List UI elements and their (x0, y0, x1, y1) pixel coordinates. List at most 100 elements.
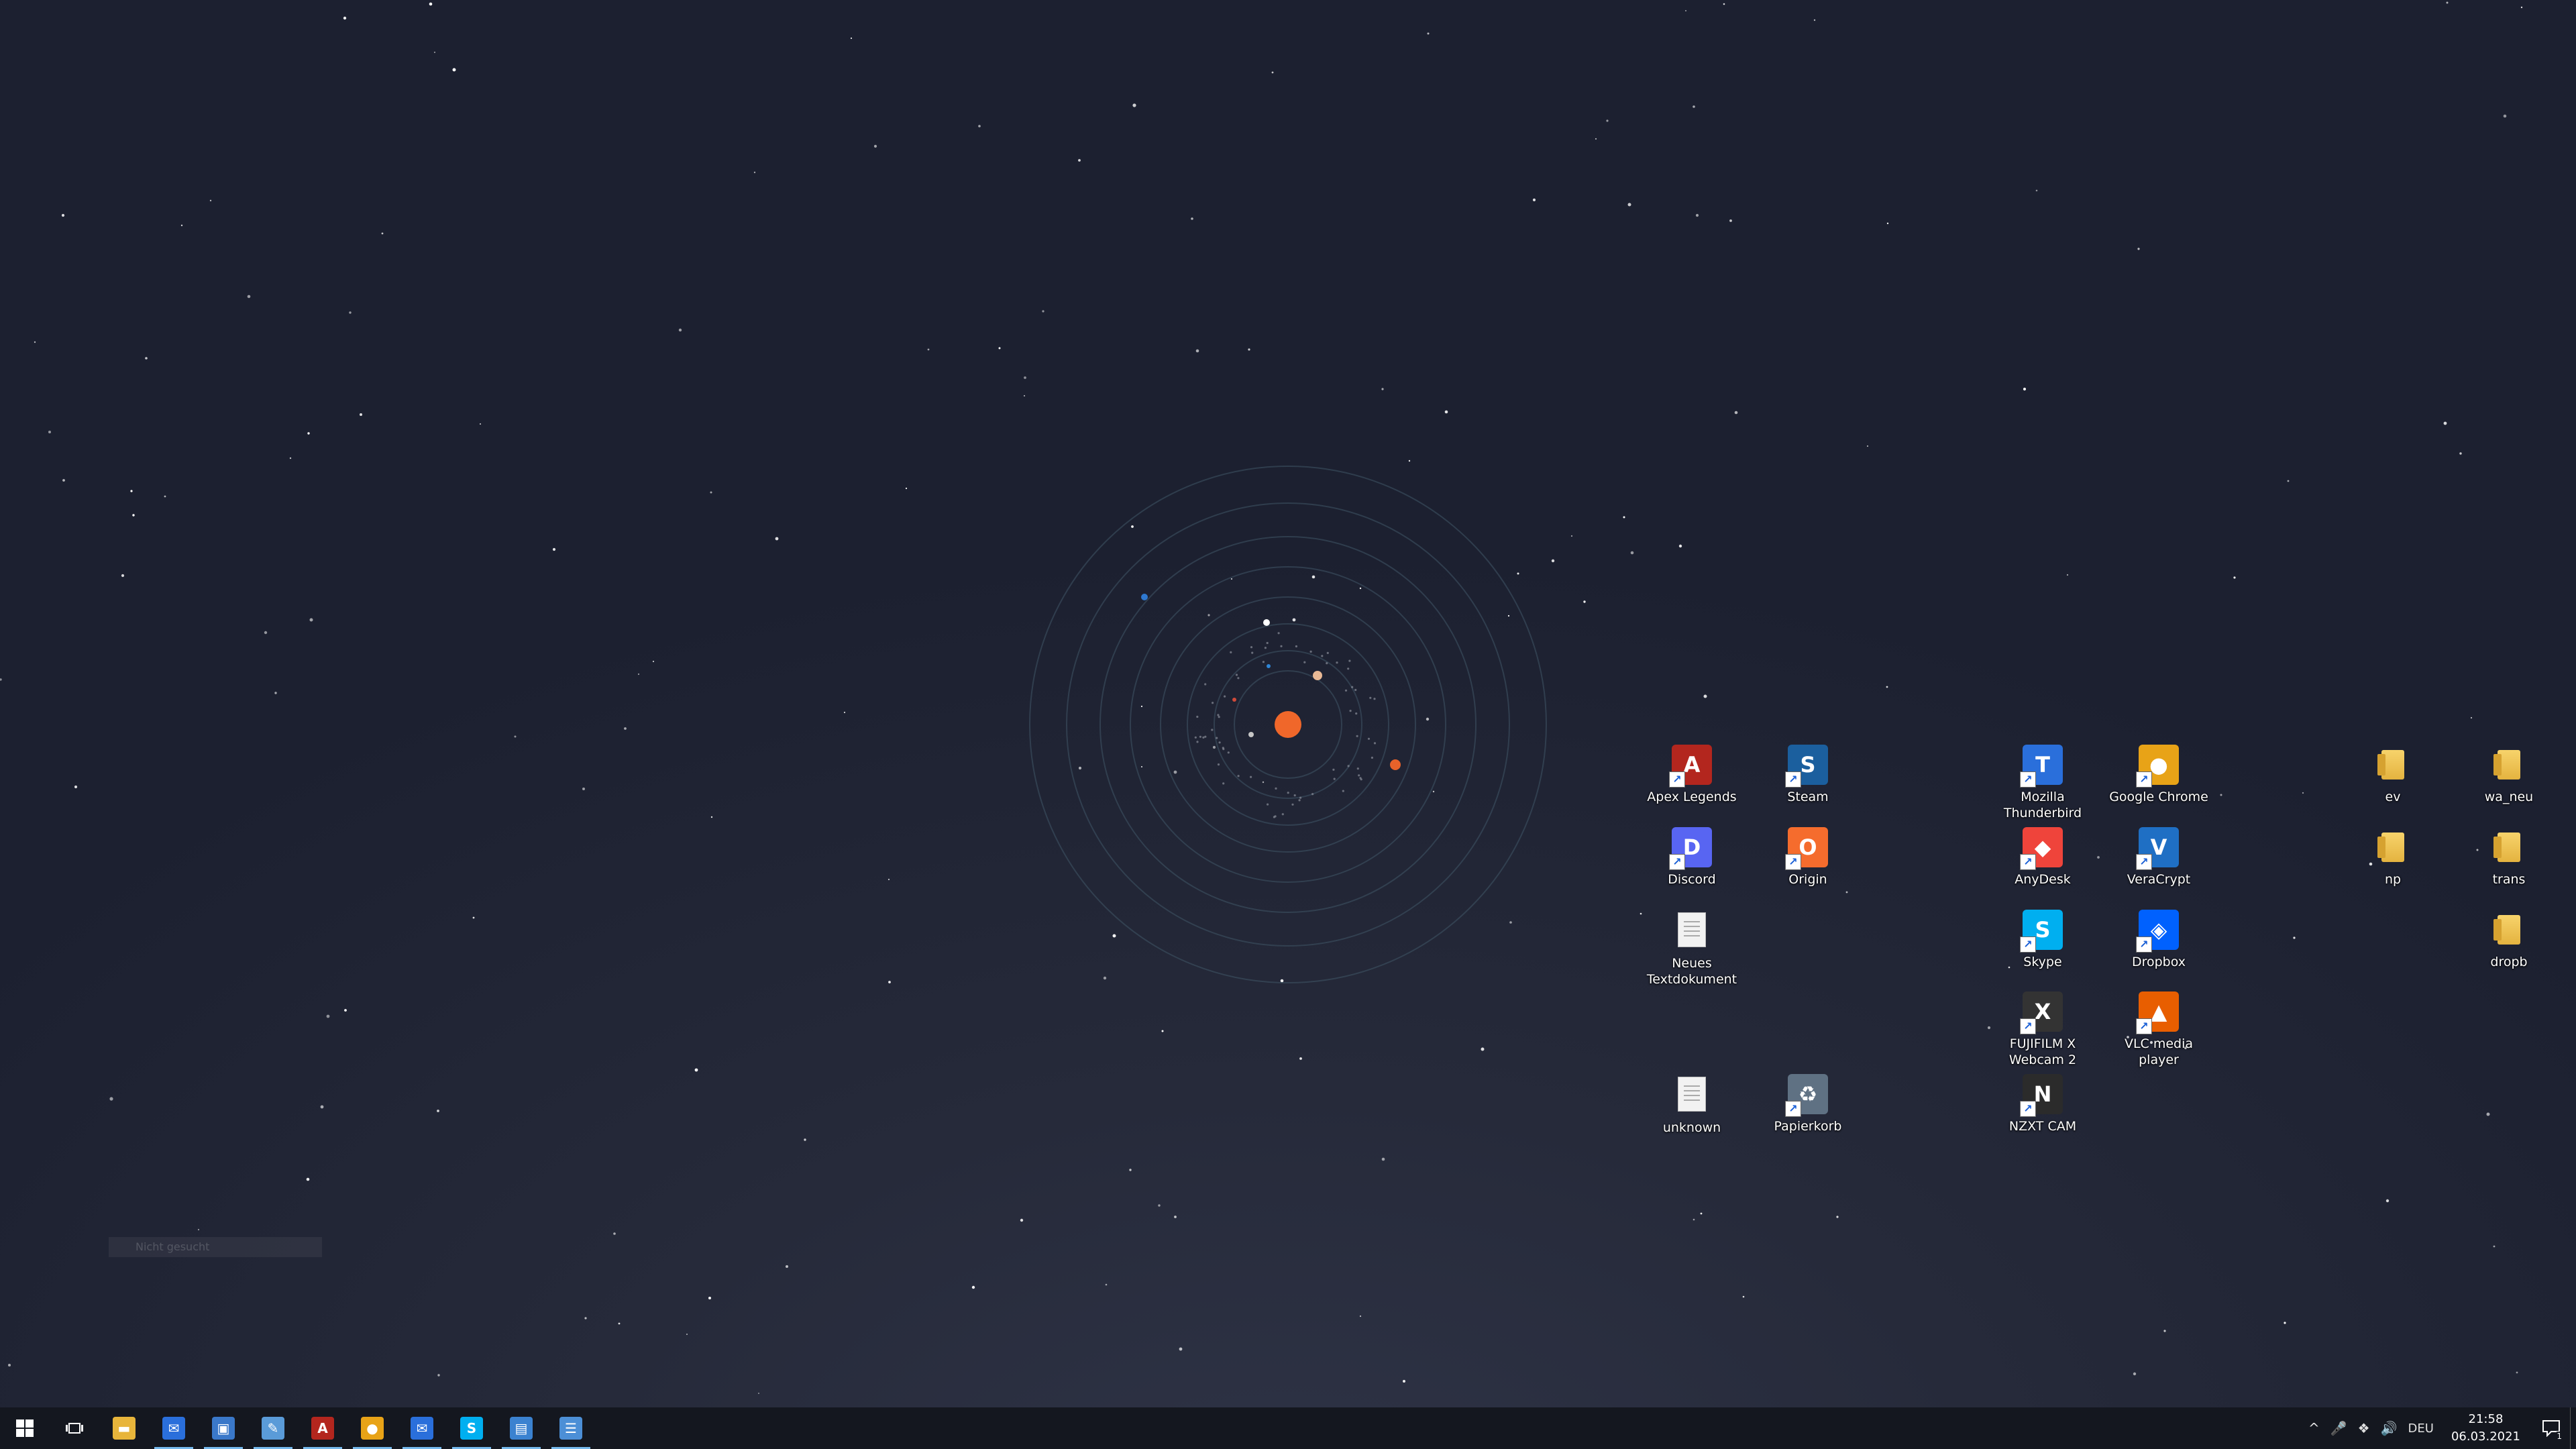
desktop-icon-apex-legends[interactable]: A ↗ Apex Legends (1635, 745, 1749, 805)
asteroid (1303, 661, 1306, 663)
desktop-icon-wa-neu[interactable]: wa_neu (2452, 745, 2566, 805)
shortcut-arrow-icon: ↗ (2136, 1018, 2152, 1034)
star (247, 294, 251, 299)
apex-legends-icon: A ↗ (1669, 745, 1712, 788)
shortcut-arrow-icon: ↗ (2136, 936, 2152, 953)
mail-icon: ✉ (162, 1417, 185, 1440)
star (1381, 1157, 1385, 1161)
star (678, 328, 682, 332)
asteroid (1222, 748, 1225, 751)
notification-count: 1 (2557, 1432, 2562, 1441)
shortcut-arrow-icon: ↗ (1669, 854, 1685, 870)
taskbar-mail-app[interactable]: ✉ (149, 1407, 199, 1449)
desktop-icon-fujifilm-x-webcam-2[interactable]: X ↗ FUJIFILM X Webcam 2 (1986, 991, 2100, 1068)
show-desktop-button[interactable] (2570, 1407, 2576, 1449)
taskbar-thunderbird[interactable]: ✉ (397, 1407, 447, 1449)
star (2520, 6, 2523, 9)
desktop-icon-label: NZXT CAM (2008, 1119, 2077, 1134)
star (613, 1232, 616, 1235)
star (998, 347, 1001, 350)
star (1742, 1295, 1745, 1298)
asteroid (1250, 775, 1252, 778)
action-center-button[interactable]: 1 (2532, 1407, 2570, 1449)
network-icon: ☰ (559, 1417, 582, 1440)
desktop-icon-label: np (2384, 872, 2402, 887)
desktop-icon-origin[interactable]: O ↗ Origin (1751, 827, 1865, 888)
asteroid (1275, 787, 1277, 790)
asteroid (1371, 756, 1373, 759)
asteroid (1347, 765, 1350, 767)
star (1299, 1057, 1302, 1060)
start-button[interactable] (0, 1407, 50, 1449)
desktop-icon-anydesk[interactable]: ◆ ↗ AnyDesk (1986, 827, 2100, 888)
desktop-icon-neues-textdokument[interactable]: Neues Textdokument (1635, 910, 1749, 987)
star (1024, 395, 1025, 396)
microphone-icon[interactable]: 🎤 (2325, 1420, 2353, 1436)
asteroid (1211, 729, 1214, 731)
taskbar-apex-legends[interactable]: A (298, 1407, 347, 1449)
star (1627, 203, 1631, 207)
desktop-icon-vlc-media-player[interactable]: ▲ ↗ VLC media player (2102, 991, 2216, 1068)
asteroid (1250, 646, 1253, 649)
star (1132, 103, 1136, 107)
shortcut-arrow-icon: ↗ (2020, 936, 2036, 953)
star (2287, 480, 2290, 482)
star (1427, 32, 1430, 35)
star (1191, 217, 1193, 220)
task-view-button[interactable] (50, 1407, 99, 1449)
asteroid (1348, 659, 1351, 662)
shortcut-arrow-icon: ↗ (2136, 854, 2152, 870)
desktop-icon-discord[interactable]: D ↗ Discord (1635, 827, 1749, 888)
taskbar-document-app[interactable]: ▤ (496, 1407, 546, 1449)
taskbar-file-explorer[interactable]: ▬ (99, 1407, 149, 1449)
asteroid (1280, 645, 1283, 647)
desktop-icon-nzxt-cam[interactable]: N ↗ NZXT CAM (1986, 1074, 2100, 1134)
desktop-icon-papierkorb[interactable]: ♻ ↗ Papierkorb (1751, 1074, 1865, 1134)
desktop-icon-unknown[interactable]: unknown (1635, 1074, 1749, 1136)
desktop-icon-dropb[interactable]: dropb (2452, 910, 2566, 970)
taskbar-skype[interactable]: S (447, 1407, 496, 1449)
volume-icon[interactable]: 🔊 (2375, 1420, 2403, 1436)
asteroid (1237, 775, 1240, 777)
desktop-icon-dropbox[interactable]: ◈ ↗ Dropbox (2102, 910, 2216, 970)
dropbox-tray-icon[interactable]: ❖ (2353, 1420, 2375, 1436)
asteroid (1311, 793, 1314, 796)
desktop-icon-np[interactable]: np (2336, 827, 2450, 888)
desktop-icon-skype[interactable]: S ↗ Skype (1986, 910, 2100, 970)
shortcut-arrow-icon: ↗ (2020, 771, 2036, 788)
taskbar-google-chrome[interactable]: ● (347, 1407, 397, 1449)
star (1271, 71, 1274, 74)
asteroid (1355, 712, 1358, 715)
asteroid (1218, 716, 1220, 718)
asteroid (1277, 632, 1280, 635)
language-indicator[interactable]: DEU (2403, 1421, 2439, 1436)
star (888, 878, 890, 881)
chevron-up-icon[interactable]: ^ (2303, 1420, 2325, 1436)
star (343, 16, 347, 20)
desktop-icon-ev[interactable]: ev (2336, 745, 2450, 805)
asteroid (1326, 651, 1329, 654)
anydesk-icon: ◆ ↗ (2020, 827, 2063, 870)
asteroid (1237, 677, 1240, 680)
asteroid (1196, 741, 1199, 743)
desktop-icon-veracrypt[interactable]: V ↗ VeraCrypt (2102, 827, 2216, 888)
star (1606, 119, 1609, 122)
shortcut-arrow-icon: ↗ (1785, 854, 1801, 870)
desktop-icon-label: Origin (1788, 872, 1827, 887)
desktop-icon-google-chrome[interactable]: ● ↗ Google Chrome (2102, 745, 2216, 805)
asteroid (1199, 735, 1201, 738)
taskbar-window-app[interactable]: ▣ (199, 1407, 248, 1449)
taskbar-notepad-app[interactable]: ✎ (248, 1407, 298, 1449)
asteroid (1356, 735, 1358, 737)
desktop-icon-steam[interactable]: S ↗ Steam (1751, 745, 1865, 805)
desktop-icon-trans[interactable]: trans (2452, 827, 2566, 888)
asteroid (1360, 778, 1362, 781)
desktop-icon-mozilla-thunderbird[interactable]: T ↗ Mozilla Thunderbird (1986, 745, 2100, 821)
asteroid (1332, 768, 1335, 771)
star (1020, 1218, 1024, 1222)
planet (1267, 664, 1271, 668)
taskbar-network-app[interactable]: ☰ (546, 1407, 596, 1449)
clock[interactable]: 21:58 06.03.2021 (2439, 1411, 2532, 1446)
star (2493, 1245, 2496, 1248)
desktop-icon-label: FUJIFILM X Webcam 2 (2008, 1036, 2077, 1067)
